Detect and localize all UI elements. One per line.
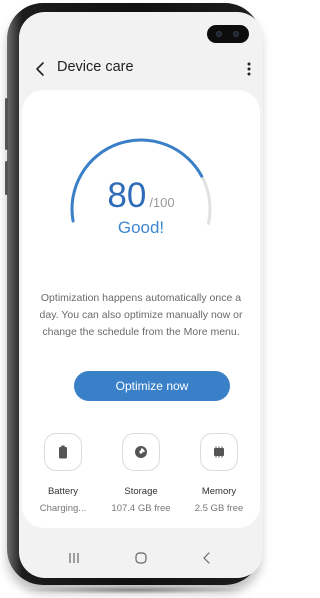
battery-icon	[44, 433, 82, 471]
chevron-left-icon[interactable]	[34, 59, 48, 79]
more-vertical-icon[interactable]	[241, 58, 257, 80]
camera-lens	[216, 31, 222, 37]
optimization-description: Optimization happens automatically once …	[39, 292, 243, 338]
score-status: Good!	[117, 218, 165, 237]
memory-item[interactable]: Memory 2.5 GB free	[180, 433, 258, 514]
navigation-bar	[19, 540, 263, 578]
device-care-card: 80/100 Good! Optimization happens automa…	[22, 90, 260, 528]
storage-item[interactable]: Storage 107.4 GB free	[102, 433, 180, 514]
screen: Device care 80/100 Good! Optimization ha…	[19, 12, 263, 578]
storage-icon	[122, 433, 160, 471]
camera-lens	[233, 31, 239, 37]
score-value: 80	[107, 176, 147, 215]
phone-shadow	[20, 586, 248, 594]
phone-screen-holder: Device care 80/100 Good! Optimization ha…	[7, 3, 263, 585]
front-camera	[207, 25, 249, 43]
score-readout: 80/100	[22, 176, 260, 216]
app-header: Device care	[19, 54, 263, 84]
battery-label: Battery	[47, 486, 79, 497]
storage-value: 107.4 GB free	[111, 503, 171, 514]
optimize-now-button[interactable]: Optimize now	[74, 371, 230, 401]
page-title: Device care	[57, 59, 134, 75]
memory-value: 2.5 GB free	[194, 503, 244, 514]
score-max: /100	[149, 195, 175, 210]
memory-icon	[200, 433, 238, 471]
memory-label: Memory	[201, 486, 237, 497]
battery-value: Charging...	[39, 503, 87, 514]
storage-label: Storage	[124, 486, 158, 497]
back-icon[interactable]	[191, 546, 221, 570]
battery-item[interactable]: Battery Charging...	[24, 433, 102, 514]
recents-icon[interactable]	[59, 546, 89, 570]
home-icon[interactable]	[126, 546, 156, 570]
